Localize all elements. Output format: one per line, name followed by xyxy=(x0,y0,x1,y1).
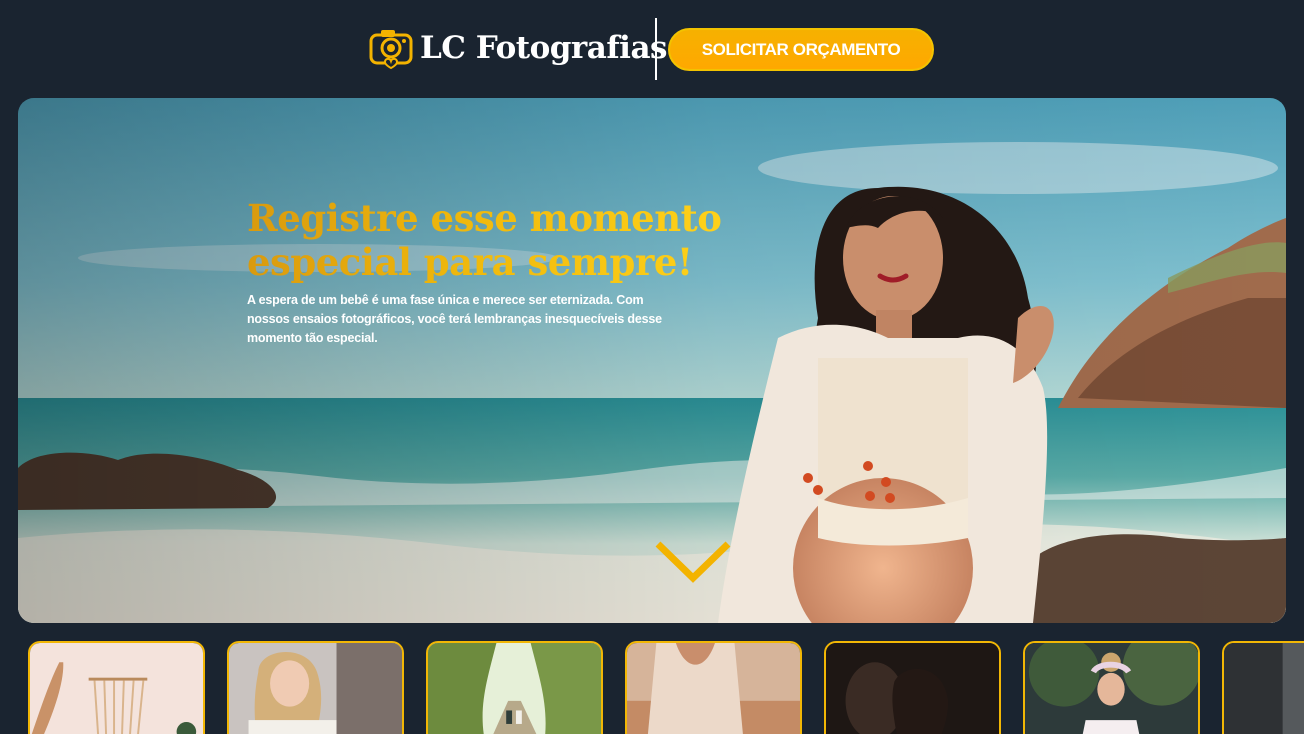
thumb-image xyxy=(1025,643,1198,734)
chevron-down-icon[interactable] xyxy=(654,538,732,584)
gallery-strip xyxy=(28,641,1304,734)
site-header: LC Fotografias SOLICITAR ORÇAMENTO xyxy=(0,0,1304,98)
gallery-thumb-5[interactable] xyxy=(824,641,1001,734)
gallery-thumb-6[interactable] xyxy=(1023,641,1200,734)
thumb-image xyxy=(826,643,999,734)
hero-banner: Registre esse momento especial para semp… xyxy=(18,98,1286,623)
header-divider xyxy=(655,18,657,80)
brand-logo[interactable]: LC Fotografias xyxy=(368,26,668,70)
request-quote-button[interactable]: SOLICITAR ORÇAMENTO xyxy=(668,28,934,71)
gallery-thumb-3[interactable] xyxy=(426,641,603,734)
hero-background-image xyxy=(18,98,1286,623)
thumb-image xyxy=(627,643,800,734)
thumb-image xyxy=(30,643,203,734)
thumb-image xyxy=(428,643,601,734)
gallery-thumb-2[interactable] xyxy=(227,641,404,734)
gallery-thumb-1[interactable] xyxy=(28,641,205,734)
hero-description: A espera de um bebê é uma fase única e m… xyxy=(247,293,662,345)
thumb-image xyxy=(229,643,402,734)
gallery-thumb-4[interactable] xyxy=(625,641,802,734)
gallery-thumb-7[interactable] xyxy=(1222,641,1304,734)
hero-title: Registre esse momento especial para semp… xyxy=(247,196,727,284)
thumb-image xyxy=(1224,643,1304,734)
brand-name: LC Fotografias xyxy=(420,30,668,66)
camera-heart-icon xyxy=(369,30,413,70)
